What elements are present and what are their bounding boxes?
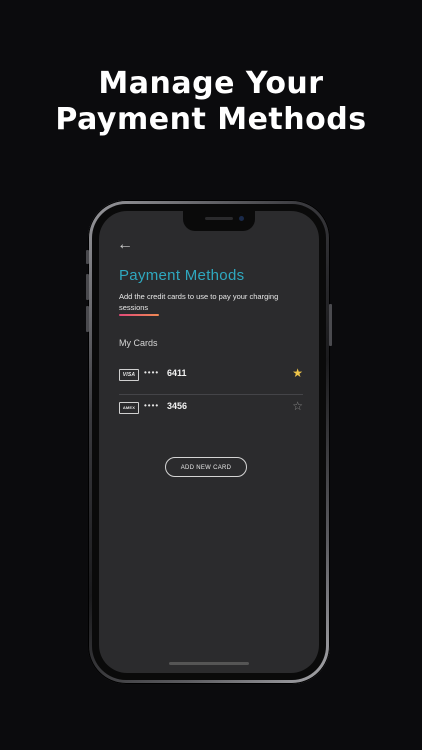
my-cards-heading: My Cards bbox=[119, 338, 158, 348]
title-accent-underline bbox=[119, 314, 159, 316]
page-title: Payment Methods bbox=[119, 267, 245, 284]
phone-notch bbox=[183, 211, 255, 231]
home-indicator bbox=[169, 662, 249, 665]
card-last-four: 3456 bbox=[167, 401, 188, 411]
card-row-amex[interactable]: AMEX •••• 3456 ☆ bbox=[119, 397, 303, 419]
phone-speaker bbox=[205, 217, 233, 220]
phone-silent-switch bbox=[86, 250, 89, 264]
phone-volume-down bbox=[86, 306, 89, 332]
amex-logo-icon: AMEX bbox=[119, 402, 139, 414]
add-new-card-button[interactable]: ADD NEW CARD bbox=[165, 457, 247, 477]
app-screen: ← Payment Methods Add the credit cards t… bbox=[99, 211, 319, 673]
page-subtitle: Add the credit cards to use to pay your … bbox=[119, 292, 279, 312]
card-divider bbox=[119, 394, 303, 395]
headline-line-2: Payment Methods bbox=[55, 102, 367, 137]
marketing-headline: Manage Your Payment Methods bbox=[0, 66, 422, 138]
star-filled-icon[interactable]: ★ bbox=[292, 366, 303, 380]
card-masked-digits: •••• bbox=[144, 401, 160, 410]
card-last-four: 6411 bbox=[167, 368, 187, 378]
phone-power-button bbox=[329, 304, 332, 346]
card-masked-digits: •••• bbox=[144, 368, 160, 377]
back-arrow-icon[interactable]: ← bbox=[117, 237, 133, 253]
phone-mockup: ← Payment Methods Add the credit cards t… bbox=[86, 200, 332, 684]
star-outline-icon[interactable]: ☆ bbox=[292, 399, 303, 413]
card-row-visa[interactable]: VISA •••• 6411 ★ bbox=[119, 364, 303, 386]
camera-icon bbox=[239, 216, 244, 221]
phone-volume-up bbox=[86, 274, 89, 300]
visa-logo-icon: VISA bbox=[119, 369, 139, 381]
headline-line-1: Manage Your bbox=[98, 66, 324, 101]
